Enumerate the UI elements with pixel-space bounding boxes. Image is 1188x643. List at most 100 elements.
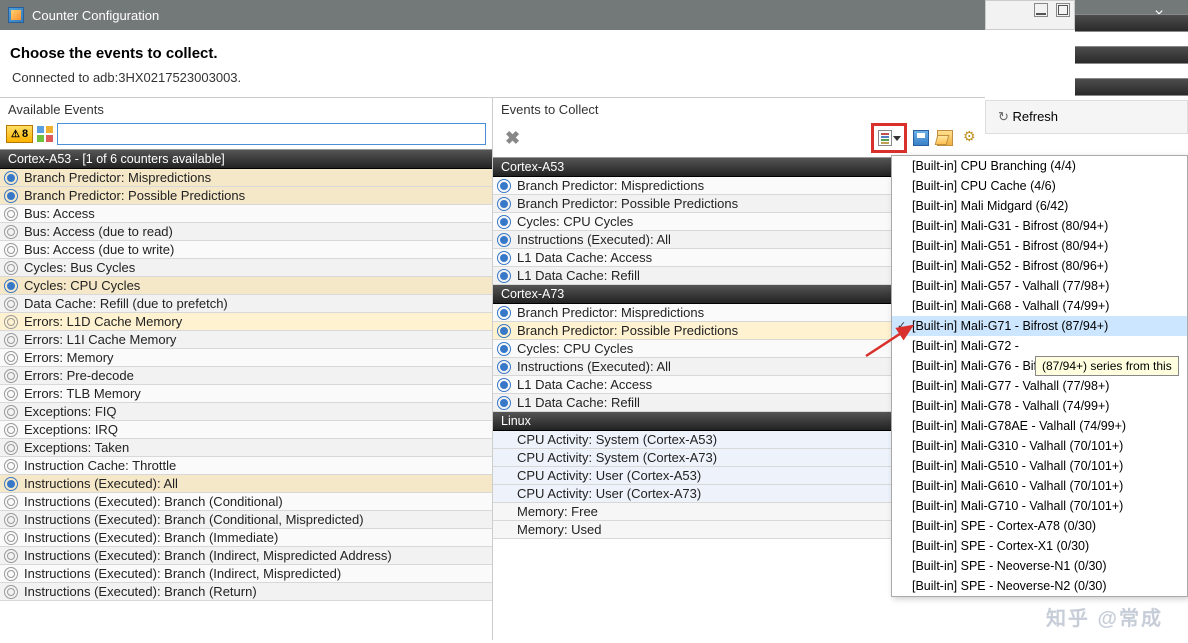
bullseye-icon: [497, 360, 511, 374]
bullseye-icon: [4, 225, 18, 239]
event-label: Cycles: Bus Cycles: [24, 260, 135, 275]
event-item[interactable]: Errors: L1D Cache Memory: [0, 313, 492, 331]
event-item[interactable]: Cycles: CPU Cycles: [0, 277, 492, 295]
available-events-list[interactable]: Cortex-A53 - [1 of 6 counters available]…: [0, 149, 492, 640]
bullseye-icon: [497, 378, 511, 392]
template-menu-item[interactable]: [Built-in] Mali-G77 - Valhall (77/98+): [892, 376, 1187, 396]
collect-toolbar: ✖: [493, 121, 985, 157]
chevron-down-icon: [893, 136, 901, 141]
open-template-icon[interactable]: [937, 130, 953, 146]
event-item[interactable]: Exceptions: FIQ: [0, 403, 492, 421]
event-label: Exceptions: IRQ: [24, 422, 118, 437]
bullseye-icon: [497, 251, 511, 265]
event-label: Branch Predictor: Mispredictions: [24, 170, 211, 185]
event-item[interactable]: Branch Predictor: Mispredictions: [0, 169, 492, 187]
event-item[interactable]: Bus: Access (due to write): [0, 241, 492, 259]
event-label: Bus: Access (due to write): [24, 242, 174, 257]
save-template-icon[interactable]: [913, 130, 929, 146]
event-item[interactable]: Errors: Pre-decode: [0, 367, 492, 385]
template-menu-item[interactable]: [Built-in] SPE - Cortex-X1 (0/30): [892, 536, 1187, 556]
bullseye-icon: [4, 495, 18, 509]
template-menu-item[interactable]: [Built-in] Mali-G52 - Bifrost (80/96+): [892, 256, 1187, 276]
event-item[interactable]: Errors: L1I Cache Memory: [0, 331, 492, 349]
template-menu-item[interactable]: [Built-in] Mali-G57 - Valhall (77/98+): [892, 276, 1187, 296]
event-item[interactable]: Exceptions: Taken: [0, 439, 492, 457]
event-label: Exceptions: Taken: [24, 440, 129, 455]
bullseye-icon: [4, 189, 18, 203]
template-menu-item[interactable]: [Built-in] Mali-G68 - Valhall (74/99+): [892, 296, 1187, 316]
template-menu-item[interactable]: [Built-in] Mali-G310 - Valhall (70/101+): [892, 436, 1187, 456]
event-item[interactable]: Errors: TLB Memory: [0, 385, 492, 403]
event-label: CPU Activity: System (Cortex-A73): [517, 450, 717, 465]
template-menu-item[interactable]: [Built-in] Mali-G72 -: [892, 336, 1187, 356]
template-menu-item[interactable]: [Built-in] SPE - Neoverse-N2 (0/30): [892, 576, 1187, 596]
event-label: L1 Data Cache: Refill: [517, 268, 640, 283]
event-label: CPU Activity: System (Cortex-A53): [517, 432, 717, 447]
bullseye-icon: [4, 315, 18, 329]
event-label: Errors: Memory: [24, 350, 114, 365]
category-grid-icon[interactable]: [37, 126, 53, 142]
bullseye-icon: [4, 567, 18, 581]
event-item[interactable]: Instructions (Executed): Branch (Indirec…: [0, 547, 492, 565]
bullseye-icon: [4, 351, 18, 365]
event-item[interactable]: Instructions (Executed): Branch (Conditi…: [0, 493, 492, 511]
minimize-button[interactable]: [1034, 3, 1048, 17]
event-item[interactable]: Branch Predictor: Possible Predictions: [0, 187, 492, 205]
template-menu-item[interactable]: [Built-in] Mali-G71 - Bifrost (87/94+): [892, 316, 1187, 336]
event-item[interactable]: Instructions (Executed): Branch (Return): [0, 583, 492, 601]
template-menu-item[interactable]: [Built-in] Mali-G510 - Valhall (70/101+): [892, 456, 1187, 476]
event-label: Instructions (Executed): Branch (Conditi…: [24, 512, 364, 527]
event-label: Memory: Free: [517, 504, 598, 519]
event-item[interactable]: Instructions (Executed): Branch (Indirec…: [0, 565, 492, 583]
event-label: Errors: TLB Memory: [24, 386, 141, 401]
events-search-input[interactable]: [57, 123, 486, 145]
template-menu-item[interactable]: [Built-in] CPU Branching (4/4): [892, 156, 1187, 176]
clear-all-button[interactable]: ✖: [499, 128, 526, 149]
event-item[interactable]: Exceptions: IRQ: [0, 421, 492, 439]
group-header: Cortex-A53 - [1 of 6 counters available]: [0, 150, 492, 169]
event-label: L1 Data Cache: Access: [517, 377, 652, 392]
event-label: Branch Predictor: Possible Predictions: [517, 196, 738, 211]
window-app-icon: [8, 7, 24, 23]
bullseye-icon: [497, 197, 511, 211]
event-item[interactable]: Data Cache: Refill (due to prefetch): [0, 295, 492, 313]
event-item[interactable]: Bus: Access: [0, 205, 492, 223]
template-menu-item[interactable]: [Built-in] Mali-G51 - Bifrost (80/94+): [892, 236, 1187, 256]
bullseye-icon: [4, 387, 18, 401]
template-menu-item[interactable]: [Built-in] CPU Cache (4/6): [892, 176, 1187, 196]
refresh-button[interactable]: Refresh: [985, 100, 1188, 134]
template-dropdown-menu[interactable]: [Built-in] CPU Branching (4/4)[Built-in]…: [891, 155, 1188, 597]
template-menu-item[interactable]: [Built-in] Mali-G78 - Valhall (74/99+): [892, 396, 1187, 416]
template-menu-item[interactable]: [Built-in] Mali-G78AE - Valhall (74/99+): [892, 416, 1187, 436]
maximize-button[interactable]: [1056, 3, 1070, 17]
template-menu-item[interactable]: [Built-in] Mali Midgard (6/42): [892, 196, 1187, 216]
event-item[interactable]: Errors: Memory: [0, 349, 492, 367]
template-dropdown-button[interactable]: [871, 123, 907, 153]
template-menu-item[interactable]: [Built-in] SPE - Neoverse-N1 (0/30): [892, 556, 1187, 576]
event-label: Branch Predictor: Possible Predictions: [24, 188, 245, 203]
template-menu-item[interactable]: [Built-in] SPE - Cortex-A78 (0/30): [892, 516, 1187, 536]
event-label: Instructions (Executed): Branch (Immedia…: [24, 530, 278, 545]
event-label: Branch Predictor: Mispredictions: [517, 305, 704, 320]
event-item[interactable]: Instructions (Executed): Branch (Immedia…: [0, 529, 492, 547]
bullseye-icon: [497, 233, 511, 247]
bullseye-icon: [4, 477, 18, 491]
warning-count-badge[interactable]: 8: [6, 125, 33, 143]
template-menu-item[interactable]: [Built-in] Mali-G31 - Bifrost (80/94+): [892, 216, 1187, 236]
event-item[interactable]: Instructions (Executed): All: [0, 475, 492, 493]
event-item[interactable]: Instructions (Executed): Branch (Conditi…: [0, 511, 492, 529]
template-menu-item[interactable]: [Built-in] Mali-G710 - Valhall (70/101+): [892, 496, 1187, 516]
event-label: Memory: Used: [517, 522, 602, 537]
event-label: Bus: Access: [24, 206, 95, 221]
event-item[interactable]: Cycles: Bus Cycles: [0, 259, 492, 277]
event-item[interactable]: Instruction Cache: Throttle: [0, 457, 492, 475]
event-item[interactable]: Bus: Access (due to read): [0, 223, 492, 241]
template-menu-item[interactable]: [Built-in] Mali-G610 - Valhall (70/101+): [892, 476, 1187, 496]
process-settings-icon[interactable]: [961, 130, 977, 146]
template-document-icon: [878, 130, 892, 146]
window-title: Counter Configuration: [32, 8, 1138, 23]
page-heading: Choose the events to collect.: [0, 30, 1188, 66]
bullseye-icon: [497, 306, 511, 320]
bullseye-icon: [4, 171, 18, 185]
bullseye-icon: [4, 531, 18, 545]
